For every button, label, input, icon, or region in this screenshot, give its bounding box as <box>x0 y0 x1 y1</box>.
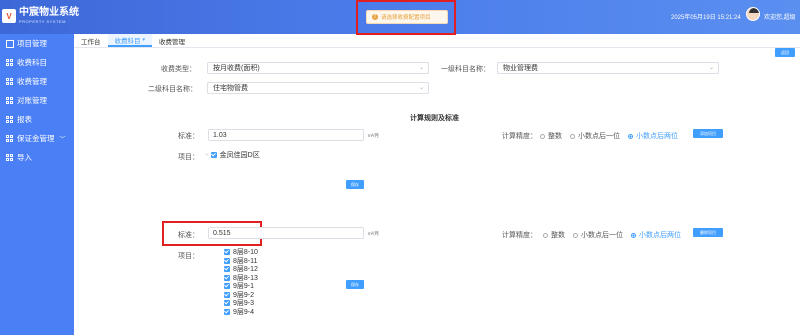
precision-radio-group: 整数 小数点后一位 小数点后两位 <box>540 131 686 141</box>
radio-label: 小数点后一位 <box>578 133 620 140</box>
radio-one-decimal[interactable]: 小数点后一位 <box>570 131 620 141</box>
app-name: 中宸物业系统 <box>19 7 79 18</box>
precision-label: 计算精度： <box>502 133 537 140</box>
radio-label: 整数 <box>548 133 562 140</box>
precision-label: 计算精度： <box>502 232 537 239</box>
grid-icon <box>6 77 14 86</box>
sidebar: 项目管理 收费科目 收费管理 对账管理 报表 保证金管理 ﹀ 导入 <box>0 34 74 335</box>
section-title: 计算规则及标准 <box>410 115 459 122</box>
standard-label: 标准： <box>178 133 199 140</box>
sidebar-item-label: 导入 <box>17 153 32 162</box>
grid-icon <box>6 134 14 143</box>
tab-fee-subjects[interactable]: 收费科目 ▾ <box>107 34 153 47</box>
sidebar-item-import[interactable]: 导入 <box>0 148 74 167</box>
radio-label: 小数点后两位 <box>639 232 681 239</box>
standard-input[interactable]: 1.03 <box>208 129 364 141</box>
level2-subject-label: 二级科目名称： <box>148 86 197 93</box>
sidebar-item-reports[interactable]: 报表 <box>0 110 74 129</box>
sidebar-item-label: 保证金管理 <box>17 134 55 143</box>
project-name: 金凤佳园D区 <box>219 152 260 159</box>
project-label: 项目： <box>178 154 199 161</box>
chevron-down-icon: ⌄ <box>418 85 424 91</box>
list-icon <box>6 39 14 48</box>
standard-label: 标准： <box>178 232 199 239</box>
checkbox-checked-icon[interactable] <box>224 249 230 256</box>
checkbox-checked-icon[interactable] <box>224 291 230 298</box>
grid-icon <box>6 58 14 67</box>
sidebar-item-fee-management[interactable]: 收费管理 <box>0 72 74 91</box>
chevron-down-icon: ⌄ <box>708 65 714 71</box>
checkbox-checked-icon[interactable] <box>224 257 230 264</box>
header-datetime: 2025年05月19日 15:21:24 <box>671 15 741 21</box>
sidebar-item-label: 项目管理 <box>17 39 47 48</box>
dropdown-arrow-icon: ▾ <box>142 36 146 43</box>
radio-integer[interactable]: 整数 <box>540 131 562 141</box>
welcome-text[interactable]: 欢迎您,超级 <box>764 12 796 21</box>
standard-input[interactable]: 0.515 <box>208 227 364 239</box>
fee-type-select[interactable]: 按月收费(面积) ⌄ <box>207 62 429 74</box>
radio-label: 小数点后一位 <box>581 232 623 239</box>
project-name: 9层9-4 <box>233 308 255 316</box>
checkbox-checked-icon[interactable] <box>224 283 230 290</box>
tab-fee-management[interactable]: 收费管理 <box>152 34 192 47</box>
app-logo: V 中宸物业系统 PROPERTY SYSTEM <box>2 4 92 28</box>
checkbox-checked-icon[interactable] <box>224 308 230 315</box>
radio-one-decimal[interactable]: 小数点后一位 <box>573 230 623 240</box>
toast-message: 请选择收费配置项目 <box>381 15 431 21</box>
checkbox-checked-icon[interactable] <box>224 266 230 273</box>
sidebar-item-label: 对账管理 <box>17 96 47 105</box>
sidebar-item-deposit[interactable]: 保证金管理 ﹀ <box>0 129 74 148</box>
checkbox-checked-icon[interactable] <box>224 300 230 307</box>
chevron-down-icon: ⌄ <box>418 65 424 71</box>
logo-mark-icon: V <box>2 9 16 23</box>
sidebar-item-fee-subjects[interactable]: 收费科目 <box>0 53 74 72</box>
tab-workbench[interactable]: 工作台 <box>74 34 108 47</box>
unit-label: m²/月 <box>368 133 379 138</box>
avatar[interactable] <box>746 7 760 21</box>
sidebar-item-label: 报表 <box>17 115 32 124</box>
radio-integer[interactable]: 整数 <box>543 230 565 240</box>
checkbox-checked-icon[interactable] <box>224 274 230 281</box>
level2-subject-select[interactable]: 住宅物管费 ⌄ <box>207 82 429 94</box>
level1-subject-value: 物业管理费 <box>503 65 538 72</box>
caret-right-icon[interactable]: › <box>206 152 208 158</box>
sidebar-item-reconciliation[interactable]: 对账管理 <box>0 91 74 110</box>
toast-highlight-box: ! 请选择收费配置项目 <box>356 0 456 35</box>
sidebar-item-label: 收费科目 <box>17 58 47 67</box>
add-project-button[interactable]: 添加项目 <box>693 129 723 138</box>
level2-subject-value: 住宅物管费 <box>213 85 248 92</box>
chevron-down-icon: ﹀ <box>59 137 66 143</box>
level1-subject-select[interactable]: 物业管理费 ⌄ <box>497 62 719 74</box>
tab-bar: 工作台 收费科目 ▾ 收费管理 <box>74 34 800 48</box>
project-tree-item[interactable]: › 金凤佳园D区 <box>206 150 260 160</box>
radio-two-decimals[interactable]: 小数点后两位 <box>628 131 678 141</box>
sidebar-item-label: 收费管理 <box>17 77 47 86</box>
grid-icon <box>6 96 14 105</box>
delete-project-button[interactable]: 删除项目 <box>693 228 723 237</box>
level1-subject-label: 一级科目名称： <box>441 66 490 73</box>
tab-label: 收费科目 <box>114 37 141 45</box>
project-label: 项目： <box>178 253 199 260</box>
fee-type-label: 收费类型： <box>161 66 196 73</box>
grid-icon <box>6 115 14 124</box>
radio-two-decimals[interactable]: 小数点后两位 <box>631 230 681 240</box>
project-checkbox-list: 8层8-10 8层8-11 8层8-12 8层8-13 9层9-1 9层9-2 … <box>224 248 258 316</box>
save-button[interactable]: 保存 <box>346 280 364 289</box>
save-button[interactable]: 保存 <box>346 180 364 189</box>
sidebar-item-projects[interactable]: 项目管理 <box>0 34 74 53</box>
warning-toast: ! 请选择收费配置项目 <box>366 10 448 24</box>
radio-label: 小数点后两位 <box>636 133 678 140</box>
unit-label: m²/月 <box>368 231 379 236</box>
warning-icon: ! <box>372 14 378 20</box>
grid-icon <box>6 153 14 162</box>
back-button[interactable]: 返回 <box>775 48 795 57</box>
tab-label: 收费管理 <box>159 38 186 46</box>
precision-radio-group: 整数 小数点后一位 小数点后两位 <box>543 230 689 240</box>
app-subtitle: PROPERTY SYSTEM <box>19 19 66 24</box>
fee-type-value: 按月收费(面积) <box>213 65 260 72</box>
radio-label: 整数 <box>551 232 565 239</box>
checkbox-checked-icon[interactable] <box>210 152 217 158</box>
list-item[interactable]: 9层9-4 <box>224 308 258 317</box>
tab-label: 工作台 <box>81 38 101 46</box>
